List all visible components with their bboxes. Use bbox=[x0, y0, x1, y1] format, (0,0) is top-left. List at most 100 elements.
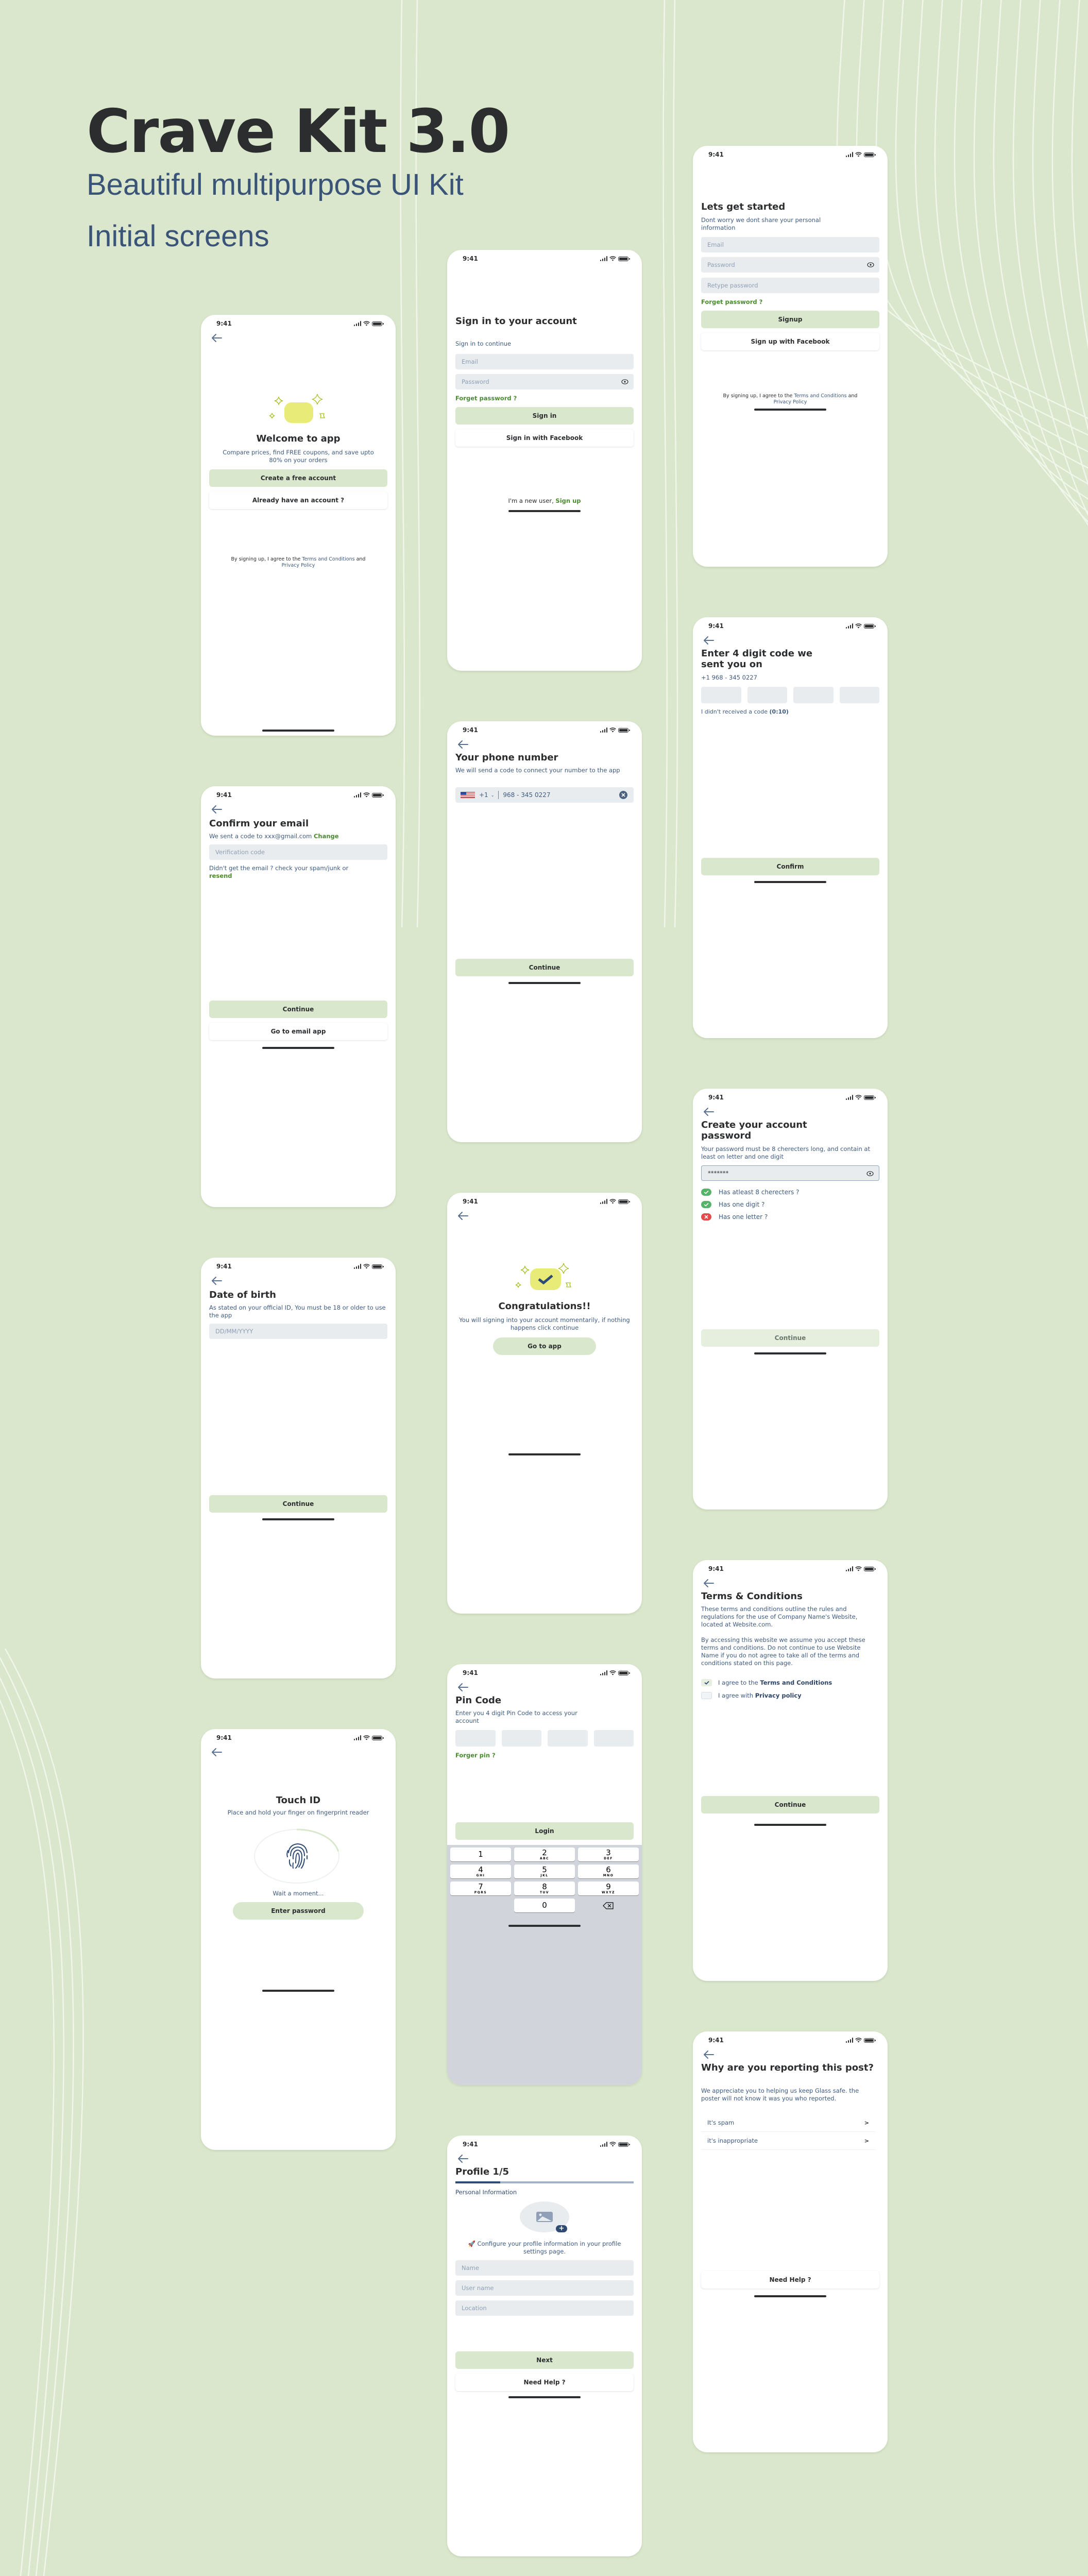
touch-id-title: Touch ID bbox=[276, 1795, 321, 1806]
verification-code-field[interactable]: Verification code bbox=[209, 844, 387, 860]
clear-icon[interactable] bbox=[619, 791, 627, 799]
signup-button[interactable]: Signup bbox=[701, 311, 879, 328]
agree-terms-row[interactable]: I agree to the Terms and Conditions bbox=[701, 1677, 879, 1688]
report-option[interactable]: it's inappropriate > bbox=[701, 2132, 875, 2150]
back-arrow-icon[interactable] bbox=[210, 1747, 224, 1758]
terms-link[interactable]: Terms and Conditions bbox=[302, 556, 354, 562]
sign-in-facebook-button[interactable]: Sign in with Facebook bbox=[455, 429, 634, 447]
back-arrow-icon[interactable] bbox=[210, 332, 224, 344]
forgot-password-link[interactable]: Forget password ? bbox=[455, 395, 634, 402]
password-field[interactable]: Password bbox=[455, 374, 634, 389]
country-code-select[interactable]: +1 ⌄ bbox=[479, 791, 494, 799]
sign-up-link[interactable]: Sign up bbox=[555, 497, 581, 504]
keypad-key[interactable]: 8 TUV bbox=[514, 1882, 575, 1895]
already-have-account-button[interactable]: Already have an account ? bbox=[209, 492, 387, 509]
battery-icon bbox=[618, 256, 630, 261]
pin-box[interactable] bbox=[455, 1730, 496, 1747]
back-arrow-icon[interactable] bbox=[702, 2049, 716, 2060]
go-to-email-app-button[interactable]: Go to email app bbox=[209, 1023, 387, 1040]
us-flag-icon[interactable] bbox=[461, 792, 475, 798]
password-field[interactable]: Password bbox=[701, 257, 879, 273]
username-field[interactable]: User name bbox=[455, 2280, 634, 2296]
continue-button[interactable]: Continue bbox=[701, 1796, 879, 1814]
code-box[interactable] bbox=[701, 687, 741, 703]
sign-in-button[interactable]: Sign in bbox=[455, 407, 634, 425]
email-field[interactable]: Email bbox=[455, 354, 634, 369]
dob-field[interactable]: DD/MM/YYYY bbox=[209, 1324, 387, 1339]
phone-input[interactable]: +1 ⌄ 968 - 345 0227 bbox=[455, 787, 634, 803]
location-field[interactable]: Location bbox=[455, 2300, 634, 2316]
screen-date-of-birth: 9:41 Date of birth As stated on your off… bbox=[201, 1258, 396, 1679]
retype-password-field[interactable]: Retype password bbox=[701, 278, 879, 293]
welcome-title: Welcome to app bbox=[256, 433, 341, 444]
keypad-key[interactable]: 7 PQRS bbox=[450, 1882, 511, 1895]
back-arrow-icon[interactable] bbox=[702, 1578, 716, 1589]
keypad-key[interactable]: 3 DEF bbox=[578, 1848, 639, 1861]
confirm-button[interactable]: Confirm bbox=[701, 858, 879, 875]
forgot-password-link[interactable]: Forget password ? bbox=[701, 298, 879, 306]
email-field[interactable]: Email bbox=[701, 237, 879, 252]
fingerprint-progress-ring bbox=[254, 1828, 339, 1884]
agree-privacy-row[interactable]: I agree with Privacy policy bbox=[701, 1690, 879, 1701]
change-email-link[interactable]: Change bbox=[314, 833, 339, 840]
continue-button[interactable]: Continue bbox=[455, 959, 634, 976]
code-box[interactable] bbox=[747, 687, 787, 703]
add-photo-icon[interactable]: + bbox=[556, 2225, 567, 2232]
eye-icon[interactable] bbox=[621, 378, 628, 385]
back-arrow-icon[interactable] bbox=[456, 2153, 470, 2164]
agree-terms-checkbox[interactable] bbox=[701, 1679, 712, 1686]
code-inputs[interactable] bbox=[701, 687, 879, 703]
back-arrow-icon[interactable] bbox=[702, 1106, 716, 1117]
checkmark-icon bbox=[538, 1275, 553, 1285]
pin-box[interactable] bbox=[548, 1730, 588, 1747]
divider bbox=[498, 791, 499, 799]
password-field[interactable]: ******* bbox=[701, 1165, 879, 1181]
continue-button[interactable]: Continue bbox=[209, 1001, 387, 1018]
privacy-link[interactable]: Privacy Policy bbox=[282, 563, 315, 568]
terms-link[interactable]: Terms and Conditions bbox=[760, 1679, 832, 1686]
eye-icon[interactable] bbox=[867, 261, 874, 268]
next-button[interactable]: Next bbox=[455, 2351, 634, 2369]
keypad-key[interactable]: 6 MNO bbox=[578, 1865, 639, 1878]
code-box[interactable] bbox=[839, 687, 879, 703]
continue-button[interactable]: Continue bbox=[701, 1329, 879, 1347]
need-help-button[interactable]: Need Help ? bbox=[455, 2374, 634, 2391]
continue-button[interactable]: Continue bbox=[209, 1495, 387, 1513]
pin-inputs[interactable] bbox=[455, 1730, 634, 1747]
back-arrow-icon[interactable] bbox=[456, 1210, 470, 1222]
forgot-pin-link[interactable]: Forger pin ? bbox=[455, 1752, 634, 1759]
keypad-key[interactable]: 5 JKL bbox=[514, 1865, 575, 1878]
resend-link[interactable]: resend bbox=[209, 872, 232, 879]
signal-icon bbox=[600, 256, 607, 261]
keypad-key[interactable]: 1 bbox=[450, 1848, 511, 1861]
go-to-app-button[interactable]: Go to app bbox=[493, 1337, 596, 1355]
need-help-button[interactable]: Need Help ? bbox=[701, 2271, 879, 2289]
pin-box[interactable] bbox=[593, 1730, 634, 1747]
pin-box[interactable] bbox=[501, 1730, 541, 1747]
back-arrow-icon[interactable] bbox=[702, 635, 716, 646]
avatar-upload[interactable]: + bbox=[520, 2201, 569, 2232]
keypad-key[interactable]: 2 ABC bbox=[514, 1848, 575, 1861]
back-arrow-icon[interactable] bbox=[210, 804, 224, 815]
create-account-button[interactable]: Create a free account bbox=[209, 469, 387, 487]
terms-link[interactable]: Terms and Conditions bbox=[794, 393, 846, 399]
keypad-key[interactable]: 9 WXYZ bbox=[578, 1882, 639, 1895]
signup-facebook-button[interactable]: Sign up with Facebook bbox=[701, 333, 879, 350]
login-button[interactable]: Login bbox=[455, 1822, 634, 1840]
backspace-key[interactable] bbox=[578, 1899, 639, 1912]
report-option[interactable]: It's spam > bbox=[701, 2114, 875, 2132]
privacy-link[interactable]: Privacy policy bbox=[755, 1692, 802, 1699]
back-arrow-icon[interactable] bbox=[456, 739, 470, 750]
code-box[interactable] bbox=[793, 687, 834, 703]
signal-icon bbox=[845, 2038, 853, 2043]
name-field[interactable]: Name bbox=[455, 2260, 634, 2276]
enter-password-button[interactable]: Enter password bbox=[233, 1902, 364, 1920]
back-arrow-icon[interactable] bbox=[210, 1275, 224, 1286]
keypad-key[interactable]: 0 bbox=[514, 1899, 575, 1912]
touch-id-description: Place and hold your finger on fingerprin… bbox=[227, 1809, 369, 1816]
privacy-link[interactable]: Privacy Policy bbox=[774, 399, 807, 405]
back-arrow-icon[interactable] bbox=[456, 1682, 470, 1693]
eye-icon[interactable] bbox=[866, 1170, 874, 1177]
agree-privacy-checkbox[interactable] bbox=[701, 1692, 712, 1699]
keypad-key[interactable]: 4 GHI bbox=[450, 1865, 511, 1878]
